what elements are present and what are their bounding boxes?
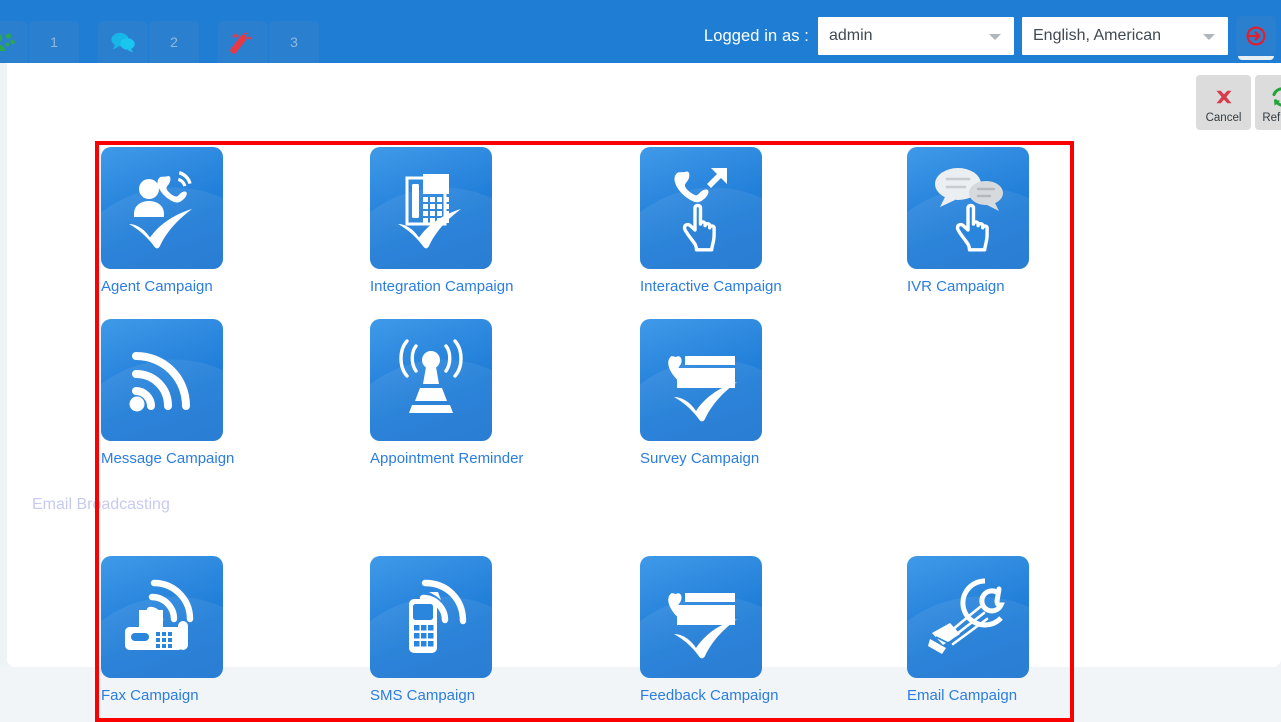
- campaign-tile[interactable]: Appointment Reminder: [370, 319, 530, 468]
- header-tab-3[interactable]: 3: [218, 21, 319, 63]
- campaign-tile-label: Feedback Campaign: [640, 687, 800, 705]
- panel-action-buttons: Cancel Refresh: [1196, 75, 1281, 130]
- integration-campaign-icon[interactable]: [370, 147, 492, 269]
- language-select[interactable]: English, American: [1022, 17, 1228, 55]
- header-tab-2-number[interactable]: 2: [149, 21, 199, 63]
- header-right-cluster: Logged in as : admin English, American: [704, 16, 1271, 56]
- app-root: 1 2: [0, 0, 1281, 714]
- survey-campaign-icon[interactable]: [640, 319, 762, 441]
- campaign-tile-label: Integration Campaign: [370, 278, 530, 296]
- tile-glyph: [101, 556, 223, 678]
- tile-glyph: [640, 556, 762, 678]
- campaign-tile-label: Message Campaign: [101, 450, 261, 468]
- email-campaign-icon[interactable]: [907, 556, 1029, 678]
- header-tab-1[interactable]: 1: [0, 21, 79, 63]
- campaign-tile-label: Agent Campaign: [101, 278, 261, 296]
- refresh-button[interactable]: Refresh: [1255, 75, 1281, 130]
- campaign-tile[interactable]: IVR Campaign: [907, 147, 1067, 296]
- campaign-tile-label: SMS Campaign: [370, 687, 530, 705]
- campaign-tile[interactable]: Fax Campaign: [101, 556, 261, 705]
- campaign-tile[interactable]: Message Campaign: [101, 319, 261, 468]
- refresh-icon: [1270, 85, 1281, 109]
- tile-glyph: [907, 556, 1029, 678]
- message-campaign-icon[interactable]: [101, 319, 223, 441]
- campaign-tile-label: Survey Campaign: [640, 450, 800, 468]
- tile-glyph: [370, 319, 492, 441]
- campaign-tile[interactable]: SMS Campaign: [370, 556, 530, 705]
- user-select-value: admin: [819, 27, 873, 45]
- header-tab-1-number[interactable]: 1: [29, 21, 79, 63]
- campaign-grid-highlight: Agent Campaign Integration Campaign: [95, 141, 1074, 722]
- cancel-button-label: Cancel: [1206, 112, 1242, 124]
- tile-glyph: [640, 147, 762, 269]
- logged-in-as-label: Logged in as :: [704, 27, 809, 46]
- campaign-tile-label: Appointment Reminder: [370, 450, 530, 468]
- close-x-icon: [1212, 85, 1236, 109]
- campaign-tile[interactable]: Survey Campaign: [640, 319, 800, 468]
- campaign-tile[interactable]: Email Campaign: [907, 556, 1067, 705]
- campaign-tile-label: Email Campaign: [907, 687, 1067, 705]
- user-select[interactable]: admin: [818, 17, 1014, 55]
- tile-glyph: [907, 147, 1029, 269]
- appointment-reminder-icon[interactable]: [370, 319, 492, 441]
- cancel-button[interactable]: Cancel: [1196, 75, 1251, 130]
- agent-campaign-icon[interactable]: [101, 147, 223, 269]
- campaign-tile[interactable]: Integration Campaign: [370, 147, 530, 296]
- header-tab-3-number[interactable]: 3: [269, 21, 319, 63]
- chat-bubbles-icon[interactable]: [98, 21, 148, 63]
- tile-glyph: [101, 319, 223, 441]
- campaign-tile[interactable]: Feedback Campaign: [640, 556, 800, 705]
- header-tab-2[interactable]: 2: [98, 21, 199, 63]
- campaign-tile-label: Interactive Campaign: [640, 278, 800, 296]
- chevron-down-icon: [1203, 34, 1215, 40]
- campaign-grid: Agent Campaign Integration Campaign: [99, 145, 1070, 718]
- interactive-campaign-icon[interactable]: [640, 147, 762, 269]
- chevron-down-icon: [989, 34, 1001, 40]
- language-select-value: English, American: [1023, 27, 1161, 45]
- left-gutter: [0, 63, 7, 667]
- logout-button[interactable]: [1236, 16, 1276, 56]
- ivr-campaign-icon[interactable]: [907, 147, 1029, 269]
- header-tab-group: 1 2: [0, 21, 319, 63]
- content-panel: Cancel Refresh Email Broadcasting: [7, 63, 1281, 667]
- magic-wand-icon[interactable]: [218, 21, 268, 63]
- top-header-bar: 1 2: [0, 0, 1281, 63]
- sms-campaign-icon[interactable]: [370, 556, 492, 678]
- campaign-tile-label: Fax Campaign: [101, 687, 261, 705]
- campaign-tile[interactable]: Agent Campaign: [101, 147, 261, 296]
- tile-glyph: [370, 556, 492, 678]
- campaign-tile[interactable]: Interactive Campaign: [640, 147, 800, 296]
- people-icon[interactable]: [0, 21, 28, 63]
- campaign-tile-label: IVR Campaign: [907, 278, 1067, 296]
- tile-glyph: [370, 147, 492, 269]
- fax-campaign-icon[interactable]: [101, 556, 223, 678]
- logout-icon: [1244, 24, 1268, 48]
- feedback-campaign-icon[interactable]: [640, 556, 762, 678]
- tile-glyph: [640, 319, 762, 441]
- refresh-button-label: Refresh: [1262, 112, 1281, 124]
- tile-glyph: [101, 147, 223, 269]
